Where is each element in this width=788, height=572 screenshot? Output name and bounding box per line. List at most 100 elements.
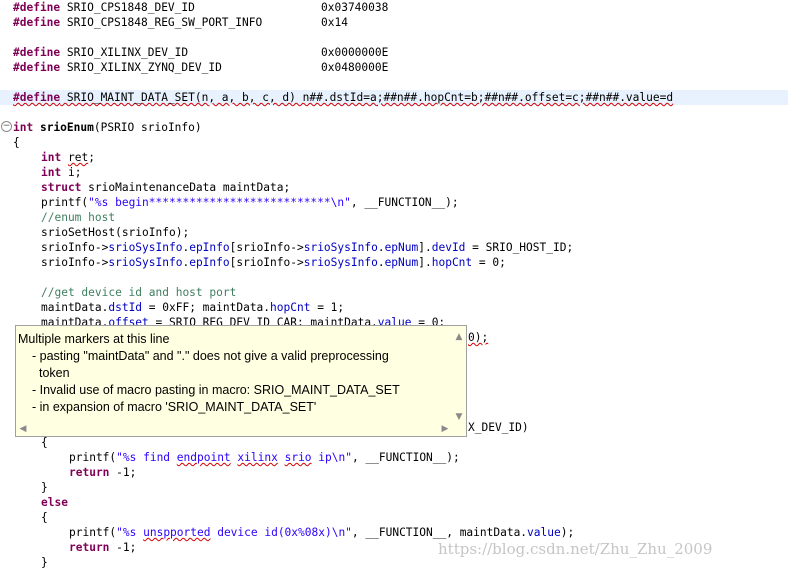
code-text: = 0xFF; maintData.: [142, 301, 271, 314]
preprocessor-keyword: #define: [13, 61, 61, 74]
spelling-error-word: endpoint: [176, 451, 231, 464]
code-line[interactable]: printf("%s unspported device id(0x%08x)\…: [0, 525, 788, 540]
code-text: 0);: [468, 331, 489, 344]
code-text: .: [377, 256, 385, 269]
code-line[interactable]: #define SRIO_CPS1848_REG_SW_PORT_INFO 0x1…: [0, 15, 788, 30]
string-part: "%s: [116, 526, 144, 539]
code-line[interactable]: #define SRIO_XILINX_ZYNQ_DEV_ID 0x0480000…: [0, 60, 788, 75]
code-line[interactable]: printf("%s find endpoint xilinx srio ip\…: [0, 450, 788, 465]
code-editor[interactable]: #define SRIO_CPS1848_DEV_ID 0x03740038 #d…: [0, 0, 788, 572]
code-text: }: [41, 481, 48, 494]
code-text: srioSetHost(srioInfo);: [41, 226, 190, 239]
field-name: srioSysInfo: [303, 241, 378, 254]
code-text: SRIO_MAINT_DATA_SET(n, a, b, c, d) n##.d…: [60, 91, 674, 104]
preprocessor-keyword: #define: [13, 91, 61, 104]
preprocessor-keyword: #define: [13, 16, 61, 29]
code-line[interactable]: #define SRIO_XILINX_DEV_ID 0x0000000E: [0, 45, 788, 60]
keyword: return: [69, 541, 110, 554]
scroll-left-arrow-icon[interactable]: ◀: [18, 424, 28, 434]
code-text: printf(: [41, 196, 89, 209]
code-line[interactable]: struct srioMaintenanceData maintData;: [0, 180, 788, 195]
code-text: , __FUNCTION__);: [351, 451, 460, 464]
error-markers-tooltip[interactable]: Multiple markers at this line - pasting …: [15, 325, 467, 437]
string-literal: "%s find endpoint xilinx srio ip\n": [116, 451, 352, 464]
watermark: https://blog.csdn.net/Zhu_Zhu_2009: [438, 540, 713, 558]
code-line[interactable]: int srioEnum(PSRIO srioInfo): [0, 120, 788, 135]
code-line[interactable]: }: [0, 480, 788, 495]
code-text: SRIO_CPS1848_REG_SW_PORT_INFO: [60, 16, 263, 29]
tooltip-marker-item: - Invalid use of macro pasting in macro:…: [32, 383, 400, 397]
string-part: "%s find: [116, 451, 177, 464]
field-name: srioSysInfo: [108, 241, 183, 254]
code-text: 0x14: [321, 16, 348, 29]
field-name: epInfo: [189, 256, 230, 269]
scroll-right-arrow-icon[interactable]: ▶: [440, 424, 450, 434]
field-name: epNum: [384, 241, 419, 254]
code-text: {: [13, 136, 20, 149]
string-part: [278, 451, 285, 464]
keyword: else: [41, 496, 68, 509]
function-name: srioEnum: [39, 121, 94, 134]
code-line[interactable]: int ret;: [0, 150, 788, 165]
tooltip-marker-item-continued: token: [39, 366, 70, 380]
keyword: int: [13, 121, 34, 134]
code-text: -1;: [109, 541, 137, 554]
field-name: srioSysInfo: [108, 256, 183, 269]
code-line[interactable]: int i;: [0, 165, 788, 180]
tooltip-text: Multiple markers at this line - pasting …: [16, 331, 448, 416]
code-text: [srioInfo->: [229, 256, 304, 269]
field-name: dstId: [108, 301, 143, 314]
field-name: hopCnt: [270, 301, 311, 314]
code-text: {: [41, 436, 48, 449]
string-literal: "%s unspported device id(0x%08x)\n": [116, 526, 352, 539]
comment: //get device id and host port: [41, 286, 237, 299]
preprocessor-keyword: #define: [13, 46, 61, 59]
code-line[interactable]: srioInfo->srioSysInfo.epInfo[srioInfo->s…: [0, 255, 788, 270]
code-line[interactable]: printf("%s begin************************…: [0, 195, 788, 210]
code-line[interactable]: else: [0, 495, 788, 510]
code-line[interactable]: {: [0, 135, 788, 150]
code-text: = SRIO_HOST_ID;: [465, 241, 574, 254]
field-name: srioSysInfo: [303, 256, 378, 269]
code-text: printf(: [69, 526, 117, 539]
tooltip-vertical-scrollbar[interactable]: ▲ ▼: [454, 332, 464, 422]
code-text: );: [560, 526, 575, 539]
code-line[interactable]: srioInfo->srioSysInfo.epInfo[srioInfo->s…: [0, 240, 788, 255]
tooltip-title: Multiple markers at this line: [18, 332, 170, 346]
code-text: [srioInfo->: [229, 241, 304, 254]
code-line[interactable]: return -1;: [0, 465, 788, 480]
code-text: 0x0480000E: [321, 61, 389, 74]
code-line[interactable]: //enum host: [0, 210, 788, 225]
code-line[interactable]: {: [0, 435, 788, 450]
tooltip-marker-item: - in expansion of macro 'SRIO_MAINT_DATA…: [32, 400, 317, 414]
code-line[interactable]: srioSetHost(srioInfo);: [0, 225, 788, 240]
scroll-up-arrow-icon[interactable]: ▲: [454, 332, 464, 342]
preprocessor-keyword: #define: [13, 1, 61, 14]
scroll-down-arrow-icon[interactable]: ▼: [454, 412, 464, 422]
code-text: .: [377, 241, 385, 254]
code-line[interactable]: //get device id and host port: [0, 285, 788, 300]
spelling-error-word: xilinx: [237, 451, 278, 464]
code-text: SRIO_XILINX_ZYNQ_DEV_ID: [60, 61, 222, 74]
code-line[interactable]: {: [0, 510, 788, 525]
code-text: , __FUNCTION__);: [350, 196, 459, 209]
code-text: i;: [61, 166, 82, 179]
code-text: srioInfo->: [41, 256, 109, 269]
string-part: device id(0x%08x)\n": [210, 526, 352, 539]
field-name: value: [527, 526, 561, 539]
string-part: ip\n": [311, 451, 352, 464]
keyword: return: [69, 466, 110, 479]
code-text: 0x03740038: [321, 1, 389, 14]
code-text: srioMaintenanceData maintData;: [81, 181, 291, 194]
code-line[interactable]: #define SRIO_CPS1848_DEV_ID 0x03740038: [0, 0, 788, 15]
code-text: srioInfo->: [41, 241, 109, 254]
field-name: hopCnt: [431, 256, 473, 269]
field-name: devId: [431, 241, 466, 254]
code-line[interactable]: maintData.dstId = 0xFF; maintData.hopCnt…: [0, 300, 788, 315]
keyword: int: [41, 151, 62, 164]
string-literal: "%s begin***************************\n": [88, 196, 351, 209]
tooltip-horizontal-scrollbar[interactable]: ◀ ▶: [18, 424, 450, 434]
code-text: 0x0000000E: [321, 46, 389, 59]
code-line-current[interactable]: #define SRIO_MAINT_DATA_SET(n, a, b, c, …: [0, 90, 788, 105]
code-text: X_DEV_ID): [468, 421, 529, 434]
